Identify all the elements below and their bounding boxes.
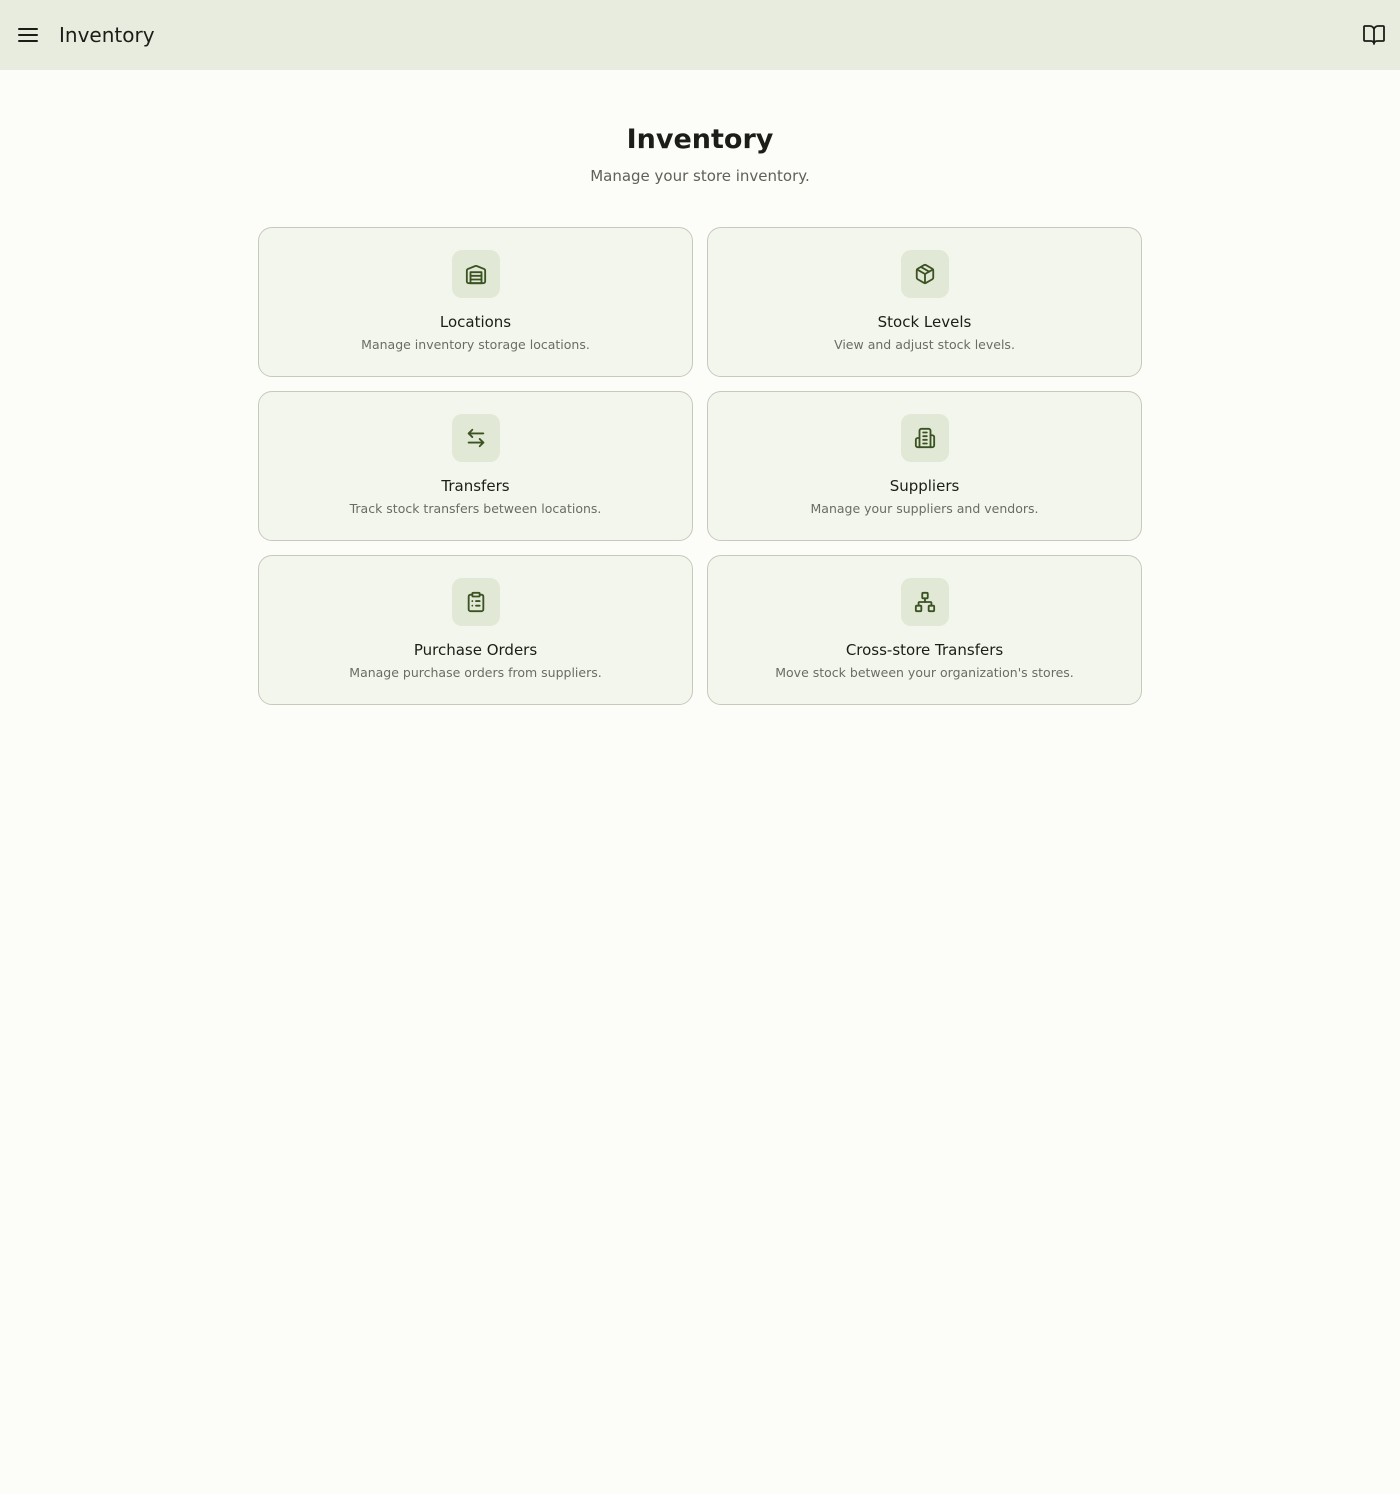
clipboard-list-icon bbox=[467, 591, 484, 613]
menu-icon bbox=[18, 28, 38, 42]
building-icon bbox=[914, 427, 935, 449]
card-icon-tile bbox=[451, 414, 500, 462]
card-locations[interactable]: Locations Manage inventory storage locat… bbox=[258, 227, 693, 377]
card-icon-tile bbox=[900, 250, 949, 298]
card-title: Suppliers bbox=[889, 477, 960, 495]
docs-button[interactable] bbox=[1354, 15, 1394, 55]
card-title: Purchase Orders bbox=[413, 641, 538, 659]
card-icon-tile bbox=[451, 250, 500, 298]
menu-button[interactable] bbox=[8, 15, 48, 55]
card-description: Manage your suppliers and vendors. bbox=[810, 501, 1039, 516]
warehouse-icon bbox=[465, 264, 486, 285]
card-icon-tile bbox=[900, 414, 949, 462]
card-description: Manage purchase orders from suppliers. bbox=[349, 665, 602, 680]
card-suppliers[interactable]: Suppliers Manage your suppliers and vend… bbox=[707, 391, 1142, 541]
card-description: View and adjust stock levels. bbox=[834, 337, 1015, 352]
card-cross-store-transfers[interactable]: Cross-store Transfers Move stock between… bbox=[707, 555, 1142, 705]
page-subtitle: Manage your store inventory. bbox=[590, 167, 810, 185]
card-title: Cross-store Transfers bbox=[845, 641, 1004, 659]
card-title: Stock Levels bbox=[877, 313, 972, 331]
card-description: Manage inventory storage locations. bbox=[361, 337, 590, 352]
card-icon-tile bbox=[451, 578, 500, 626]
book-icon bbox=[1363, 25, 1385, 45]
card-title: Transfers bbox=[441, 477, 510, 495]
app-title: Inventory bbox=[59, 23, 155, 47]
package-icon bbox=[915, 263, 934, 285]
card-transfers[interactable]: Transfers Track stock transfers between … bbox=[258, 391, 693, 541]
network-icon bbox=[914, 591, 935, 613]
inventory-card-grid: Locations Manage inventory storage locat… bbox=[258, 227, 1142, 705]
app-bar: Inventory bbox=[0, 0, 1400, 70]
card-purchase-orders[interactable]: Purchase Orders Manage purchase orders f… bbox=[258, 555, 693, 705]
card-title: Locations bbox=[439, 313, 512, 331]
card-description: Move stock between your organization's s… bbox=[775, 665, 1074, 680]
card-icon-tile bbox=[900, 578, 949, 626]
page-header: Inventory Manage your store inventory. bbox=[0, 122, 1400, 186]
page-title: Inventory bbox=[626, 124, 774, 155]
arrows-left-right-icon bbox=[467, 428, 484, 448]
card-stock-levels[interactable]: Stock Levels View and adjust stock level… bbox=[707, 227, 1142, 377]
card-description: Track stock transfers between locations. bbox=[349, 501, 602, 516]
